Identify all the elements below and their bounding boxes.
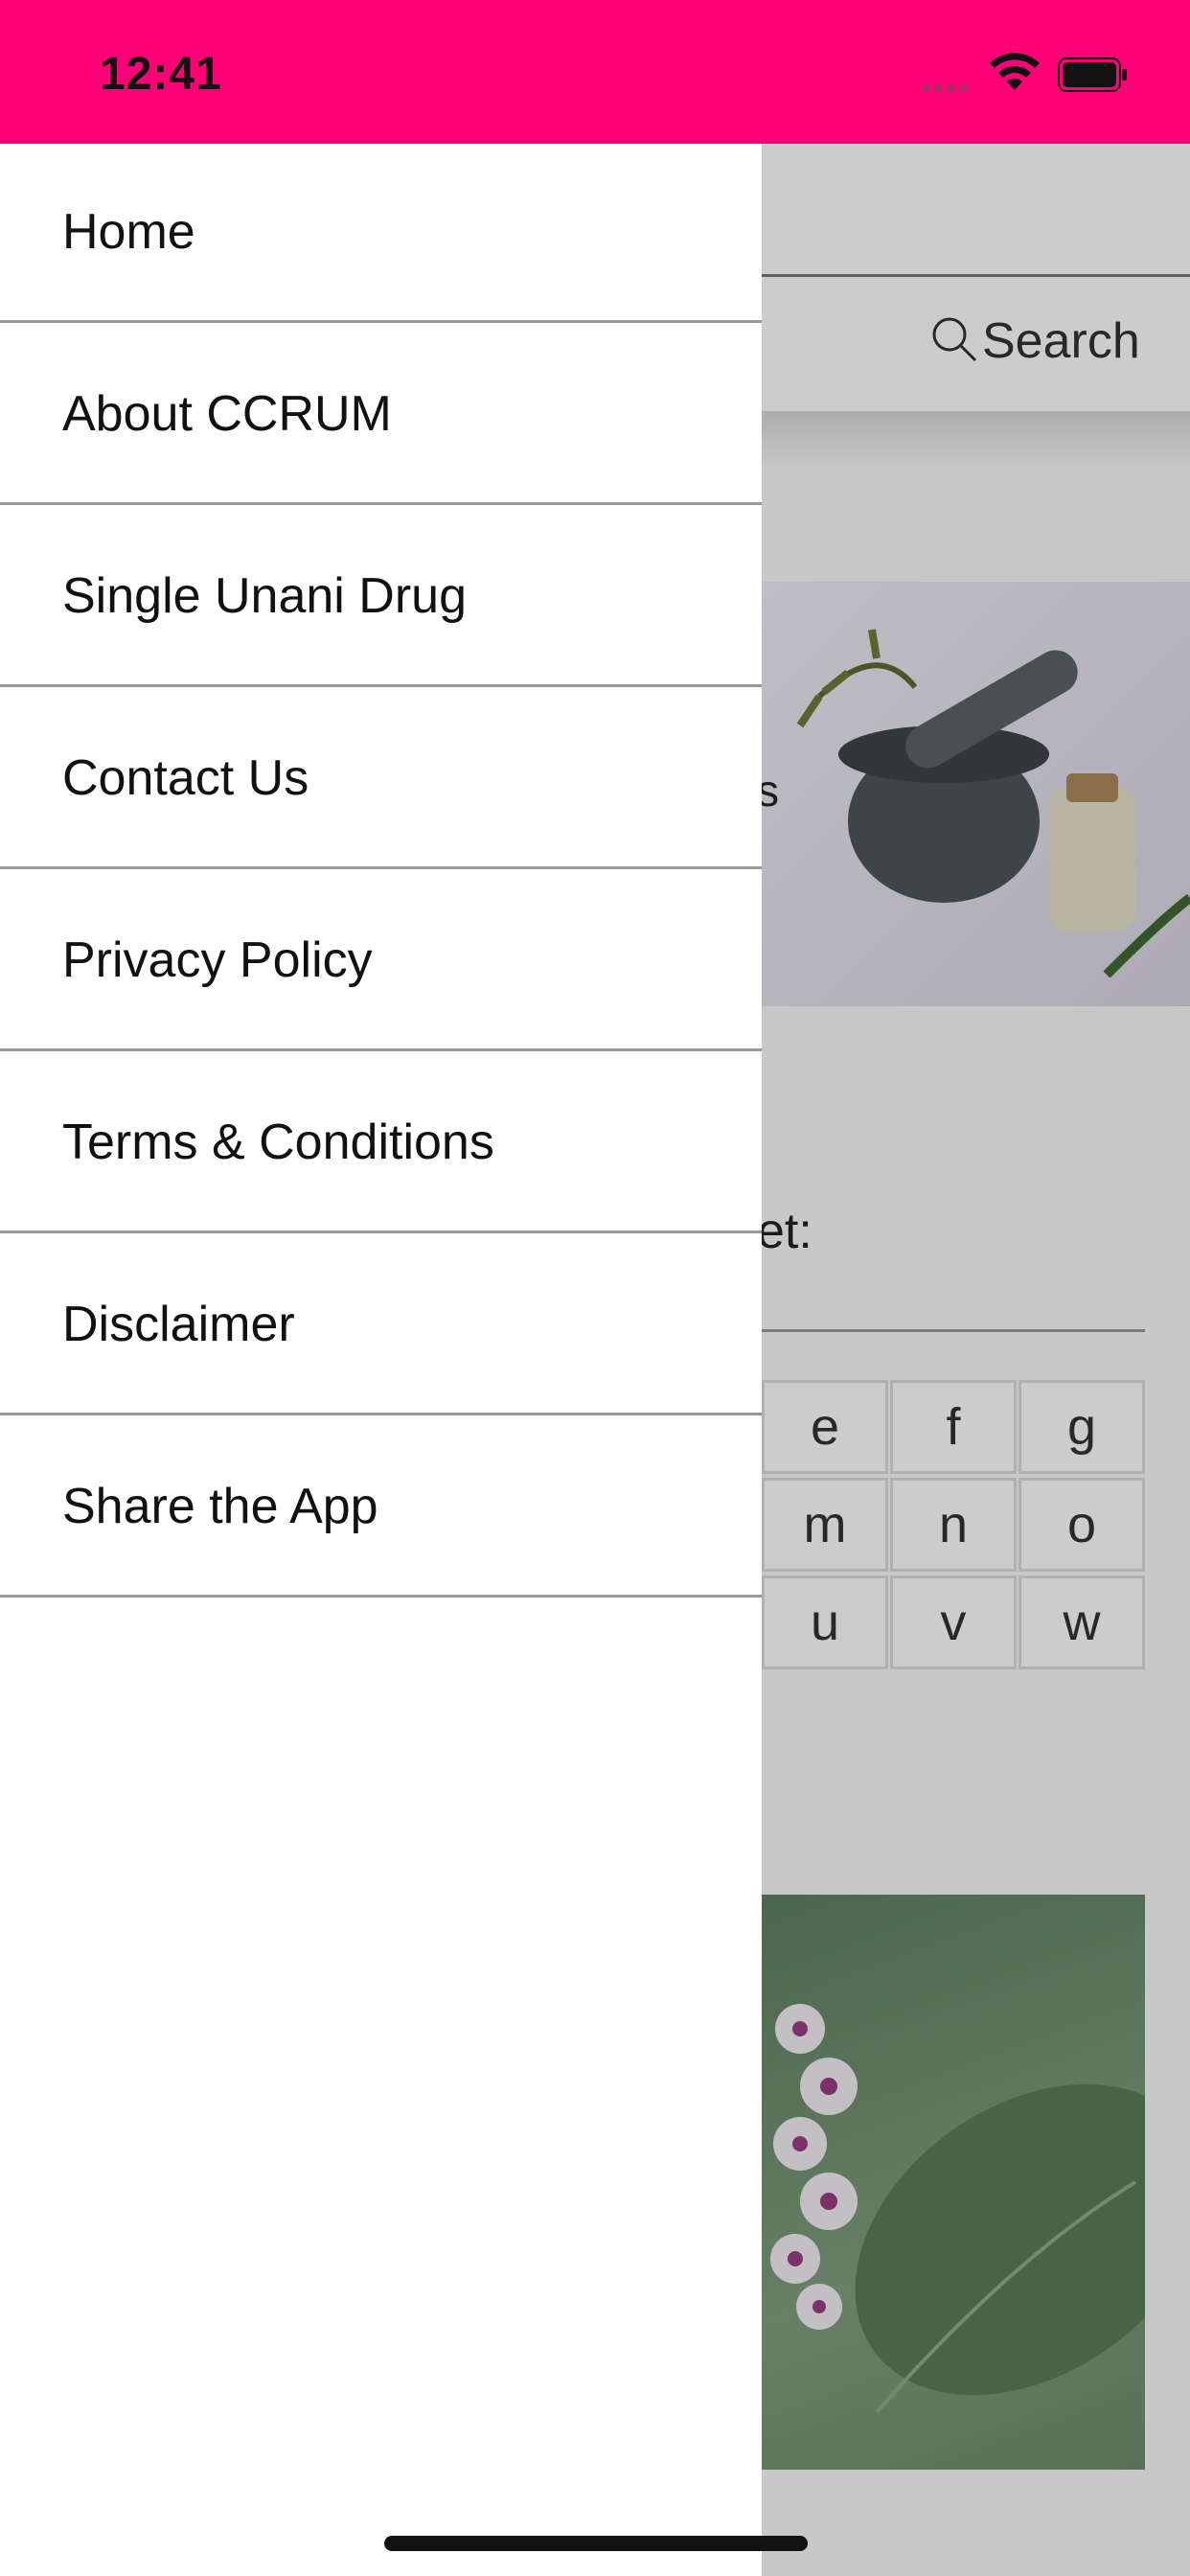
menu-item-label: Single Unani Drug [62,568,468,624]
menu-item-label: Share the App [62,1479,378,1534]
side-drawer-menu: Home About CCRUM Single Unani Drug Conta… [0,144,762,2576]
menu-item-share-app[interactable]: Share the App [0,1418,762,1598]
menu-item-label: Contact Us [62,750,309,806]
menu-item-home[interactable]: Home [0,144,762,323]
menu-item-contact-us[interactable]: Contact Us [0,690,762,869]
status-bar: 12:41 [0,0,1190,144]
status-time: 12:41 [100,49,222,100]
menu-item-label: Terms & Conditions [62,1115,494,1170]
menu-item-label: About CCRUM [62,386,392,442]
wifi-icon [990,53,1040,90]
menu-item-disclaimer[interactable]: Disclaimer [0,1236,762,1415]
battery-icon [1058,58,1127,92]
menu-item-label: Privacy Policy [62,932,373,988]
menu-item-privacy-policy[interactable]: Privacy Policy [0,872,762,1051]
menu-item-terms-conditions[interactable]: Terms & Conditions [0,1054,762,1233]
menu-item-about-ccrum[interactable]: About CCRUM [0,326,762,505]
menu-item-label: Home [62,204,195,260]
menu-item-label: Disclaimer [62,1297,295,1352]
home-indicator[interactable] [384,2536,808,2551]
cellular-signal-icon [922,80,972,98]
menu-item-single-unani-drug[interactable]: Single Unani Drug [0,508,762,687]
